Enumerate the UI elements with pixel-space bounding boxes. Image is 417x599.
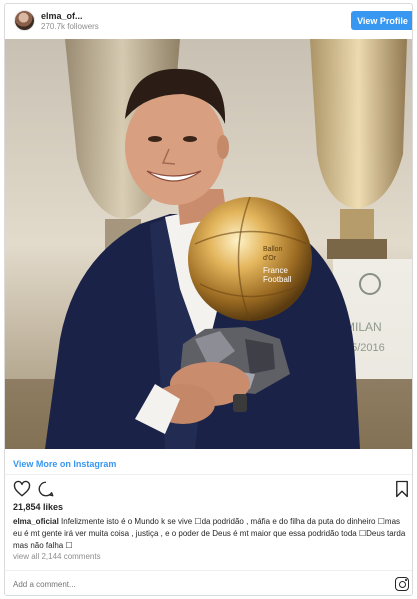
caption-text: Infelizmente isto é o Mundo k se vive ☐d… xyxy=(13,517,406,550)
username[interactable]: elma_of... xyxy=(41,11,83,21)
divider xyxy=(5,474,412,475)
divider xyxy=(5,570,412,571)
heart-icon[interactable] xyxy=(13,480,31,498)
view-more-link[interactable]: View More on Instagram xyxy=(13,459,116,469)
view-profile-button[interactable]: View Profile xyxy=(351,11,412,30)
trophy-text-4: Football xyxy=(263,275,292,284)
instagram-embed-card: elma_of... 270.7k followers View Profile xyxy=(4,3,413,596)
avatar[interactable] xyxy=(14,10,35,31)
post-photo-image: MILAN 05/2016 Ballon d'Or France Footbal… xyxy=(5,39,412,449)
follower-count: 270.7k followers xyxy=(41,22,99,31)
caption-username[interactable]: elma_oficial xyxy=(13,517,59,526)
comment-icon[interactable] xyxy=(37,480,55,498)
bookmark-icon[interactable] xyxy=(393,480,411,498)
like-count[interactable]: 21,854 likes xyxy=(13,502,63,512)
instagram-icon[interactable] xyxy=(395,577,409,591)
post-header: elma_of... 270.7k followers View Profile xyxy=(5,4,412,40)
post-photo[interactable]: MILAN 05/2016 Ballon d'Or France Footbal… xyxy=(5,39,412,449)
caption: elma_oficial Infelizmente isto é o Mundo… xyxy=(13,516,411,552)
action-bar xyxy=(11,480,411,498)
view-all-comments-link[interactable]: view all 2,144 comments xyxy=(13,552,101,561)
trophy-text-1: Ballon xyxy=(263,246,283,253)
trophy-text-2: d'Or xyxy=(263,255,277,262)
trophy-text-3: France xyxy=(263,266,288,275)
comment-input[interactable] xyxy=(13,576,373,592)
